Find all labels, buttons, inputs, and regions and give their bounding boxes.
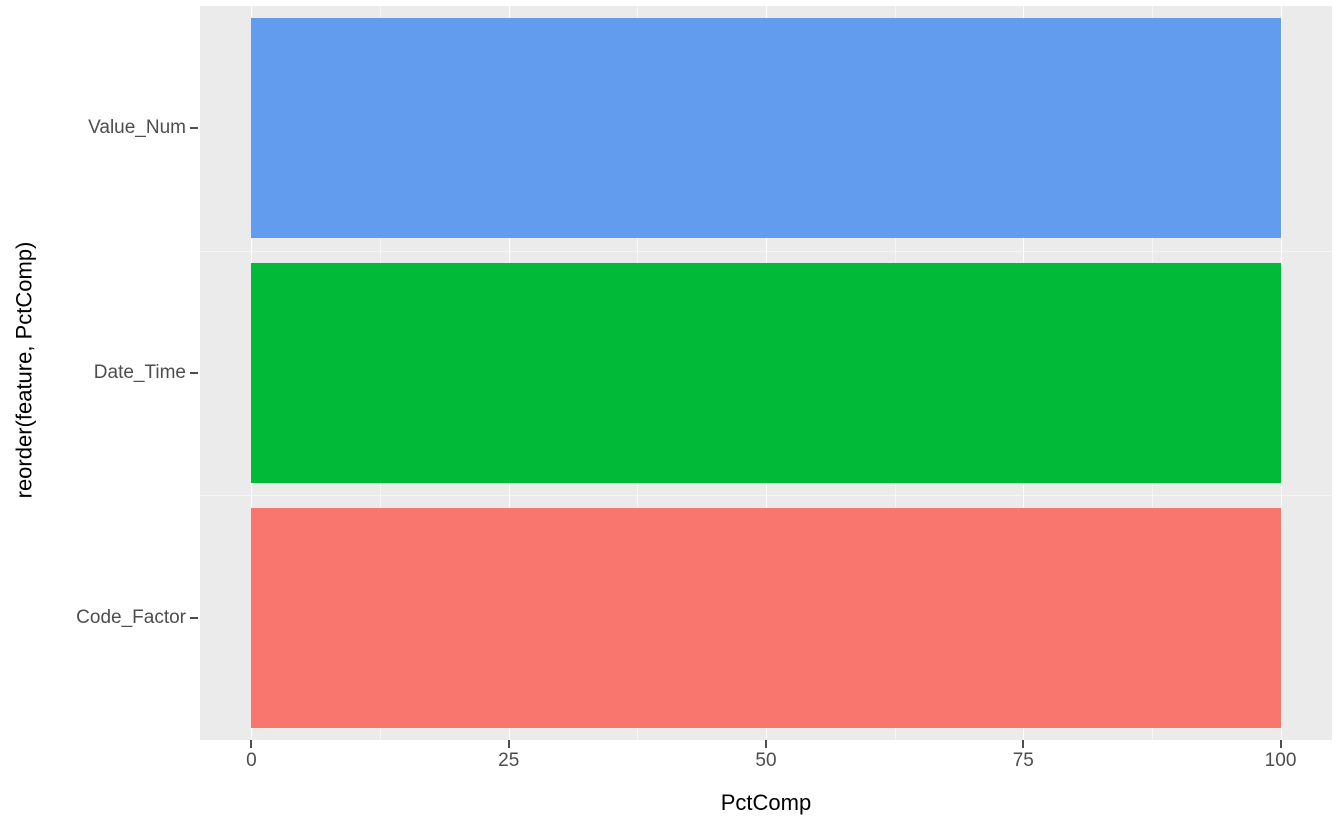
plot-panel: [200, 6, 1332, 740]
y-axis-title: reorder(feature, PctComp): [8, 0, 40, 740]
x-tick-mark: [508, 740, 510, 748]
x-tick-mark: [1022, 740, 1024, 748]
y-tick-label: Date_Time: [94, 362, 186, 384]
x-tick-mark: [1280, 740, 1282, 748]
x-tick-label: 25: [498, 750, 519, 772]
grid-v-major: [1281, 6, 1282, 740]
x-tick-mark: [250, 740, 252, 748]
y-axis-title-text: reorder(feature, PctComp): [11, 242, 37, 499]
y-tick-label: Code_Factor: [76, 607, 186, 629]
bar-date-time: [251, 263, 1280, 483]
x-tick-label: 0: [246, 750, 257, 772]
x-tick-label: 75: [1013, 750, 1034, 772]
y-tick-labels: Value_Num Date_Time Code_Factor: [40, 0, 200, 740]
x-axis-title: PctComp: [200, 790, 1332, 816]
chart-container: reorder(feature, PctComp) Value_Num Date_…: [0, 0, 1344, 830]
x-tick-label: 100: [1265, 750, 1297, 772]
x-tick-mark: [765, 740, 767, 748]
y-tick-label: Value_Num: [88, 117, 186, 139]
bar-value-num: [251, 18, 1280, 238]
bar-code-factor: [251, 508, 1280, 728]
x-tick-label: 50: [755, 750, 776, 772]
